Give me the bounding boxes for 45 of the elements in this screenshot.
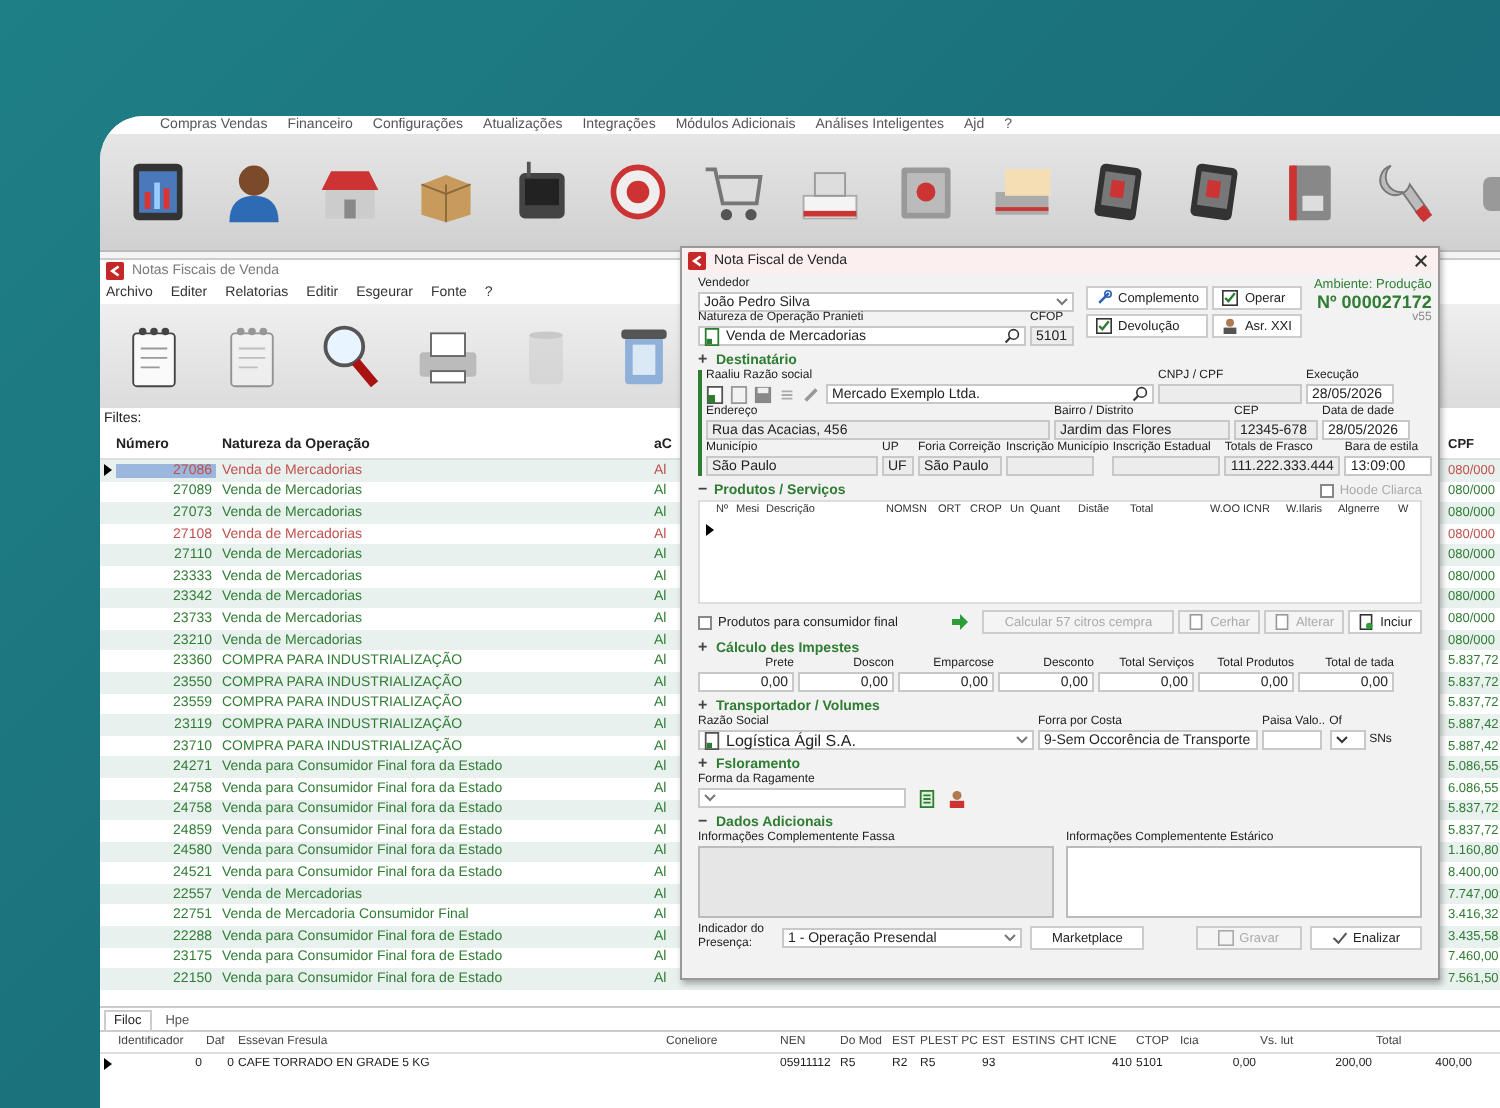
expand-toggle[interactable]: + bbox=[698, 698, 710, 714]
new-document-icon[interactable] bbox=[706, 385, 724, 403]
text-field[interactable] bbox=[1158, 384, 1302, 404]
person-icon bbox=[1222, 318, 1239, 334]
document-icon bbox=[704, 731, 720, 749]
caret-icon bbox=[704, 794, 716, 802]
new-document-icon bbox=[1358, 614, 1375, 630]
save-icon bbox=[1217, 930, 1234, 946]
pencil-icon[interactable] bbox=[802, 385, 820, 403]
save-icon[interactable] bbox=[754, 385, 772, 403]
caret-icon bbox=[1335, 736, 1348, 744]
expand-toggle[interactable]: − bbox=[698, 814, 710, 830]
dropdown[interactable] bbox=[1329, 730, 1366, 750]
arrow-icon[interactable] bbox=[950, 612, 971, 632]
search-icon[interactable] bbox=[1132, 386, 1148, 402]
expand-toggle[interactable]: + bbox=[698, 640, 710, 656]
row-pointer-icon bbox=[706, 524, 714, 536]
dropdown[interactable]: Logística Ágil S.A. bbox=[698, 730, 1034, 750]
calculator-icon[interactable] bbox=[918, 789, 936, 807]
list-icon[interactable] bbox=[778, 385, 796, 403]
invoice-number: Nº 000027172 bbox=[1317, 292, 1432, 312]
document-icon bbox=[704, 327, 720, 345]
text-field[interactable] bbox=[1112, 456, 1221, 476]
person-icon[interactable] bbox=[948, 789, 966, 807]
checked-document-icon bbox=[1222, 290, 1239, 306]
row-pointer-icon bbox=[104, 464, 112, 477]
document-icon[interactable] bbox=[730, 385, 748, 403]
document-icon bbox=[1188, 614, 1205, 630]
expand-toggle[interactable]: + bbox=[698, 352, 710, 368]
text-field[interactable] bbox=[1006, 456, 1094, 476]
search-icon[interactable] bbox=[1004, 328, 1020, 344]
expand-toggle[interactable]: + bbox=[698, 756, 710, 772]
check-icon bbox=[1331, 930, 1348, 946]
row-pointer-icon bbox=[104, 1057, 112, 1070]
checked-document-icon bbox=[1096, 318, 1112, 334]
close-icon[interactable] bbox=[1414, 254, 1428, 268]
logo-icon bbox=[688, 252, 706, 270]
expand-toggle[interactable]: − bbox=[698, 482, 710, 498]
caret-icon bbox=[1016, 736, 1028, 744]
caret-icon bbox=[1056, 298, 1068, 306]
checkbox[interactable] bbox=[698, 615, 712, 629]
caret-icon bbox=[1004, 934, 1016, 942]
document-icon bbox=[1273, 614, 1290, 630]
link-icon bbox=[1096, 290, 1112, 306]
text-field[interactable] bbox=[1262, 730, 1322, 750]
